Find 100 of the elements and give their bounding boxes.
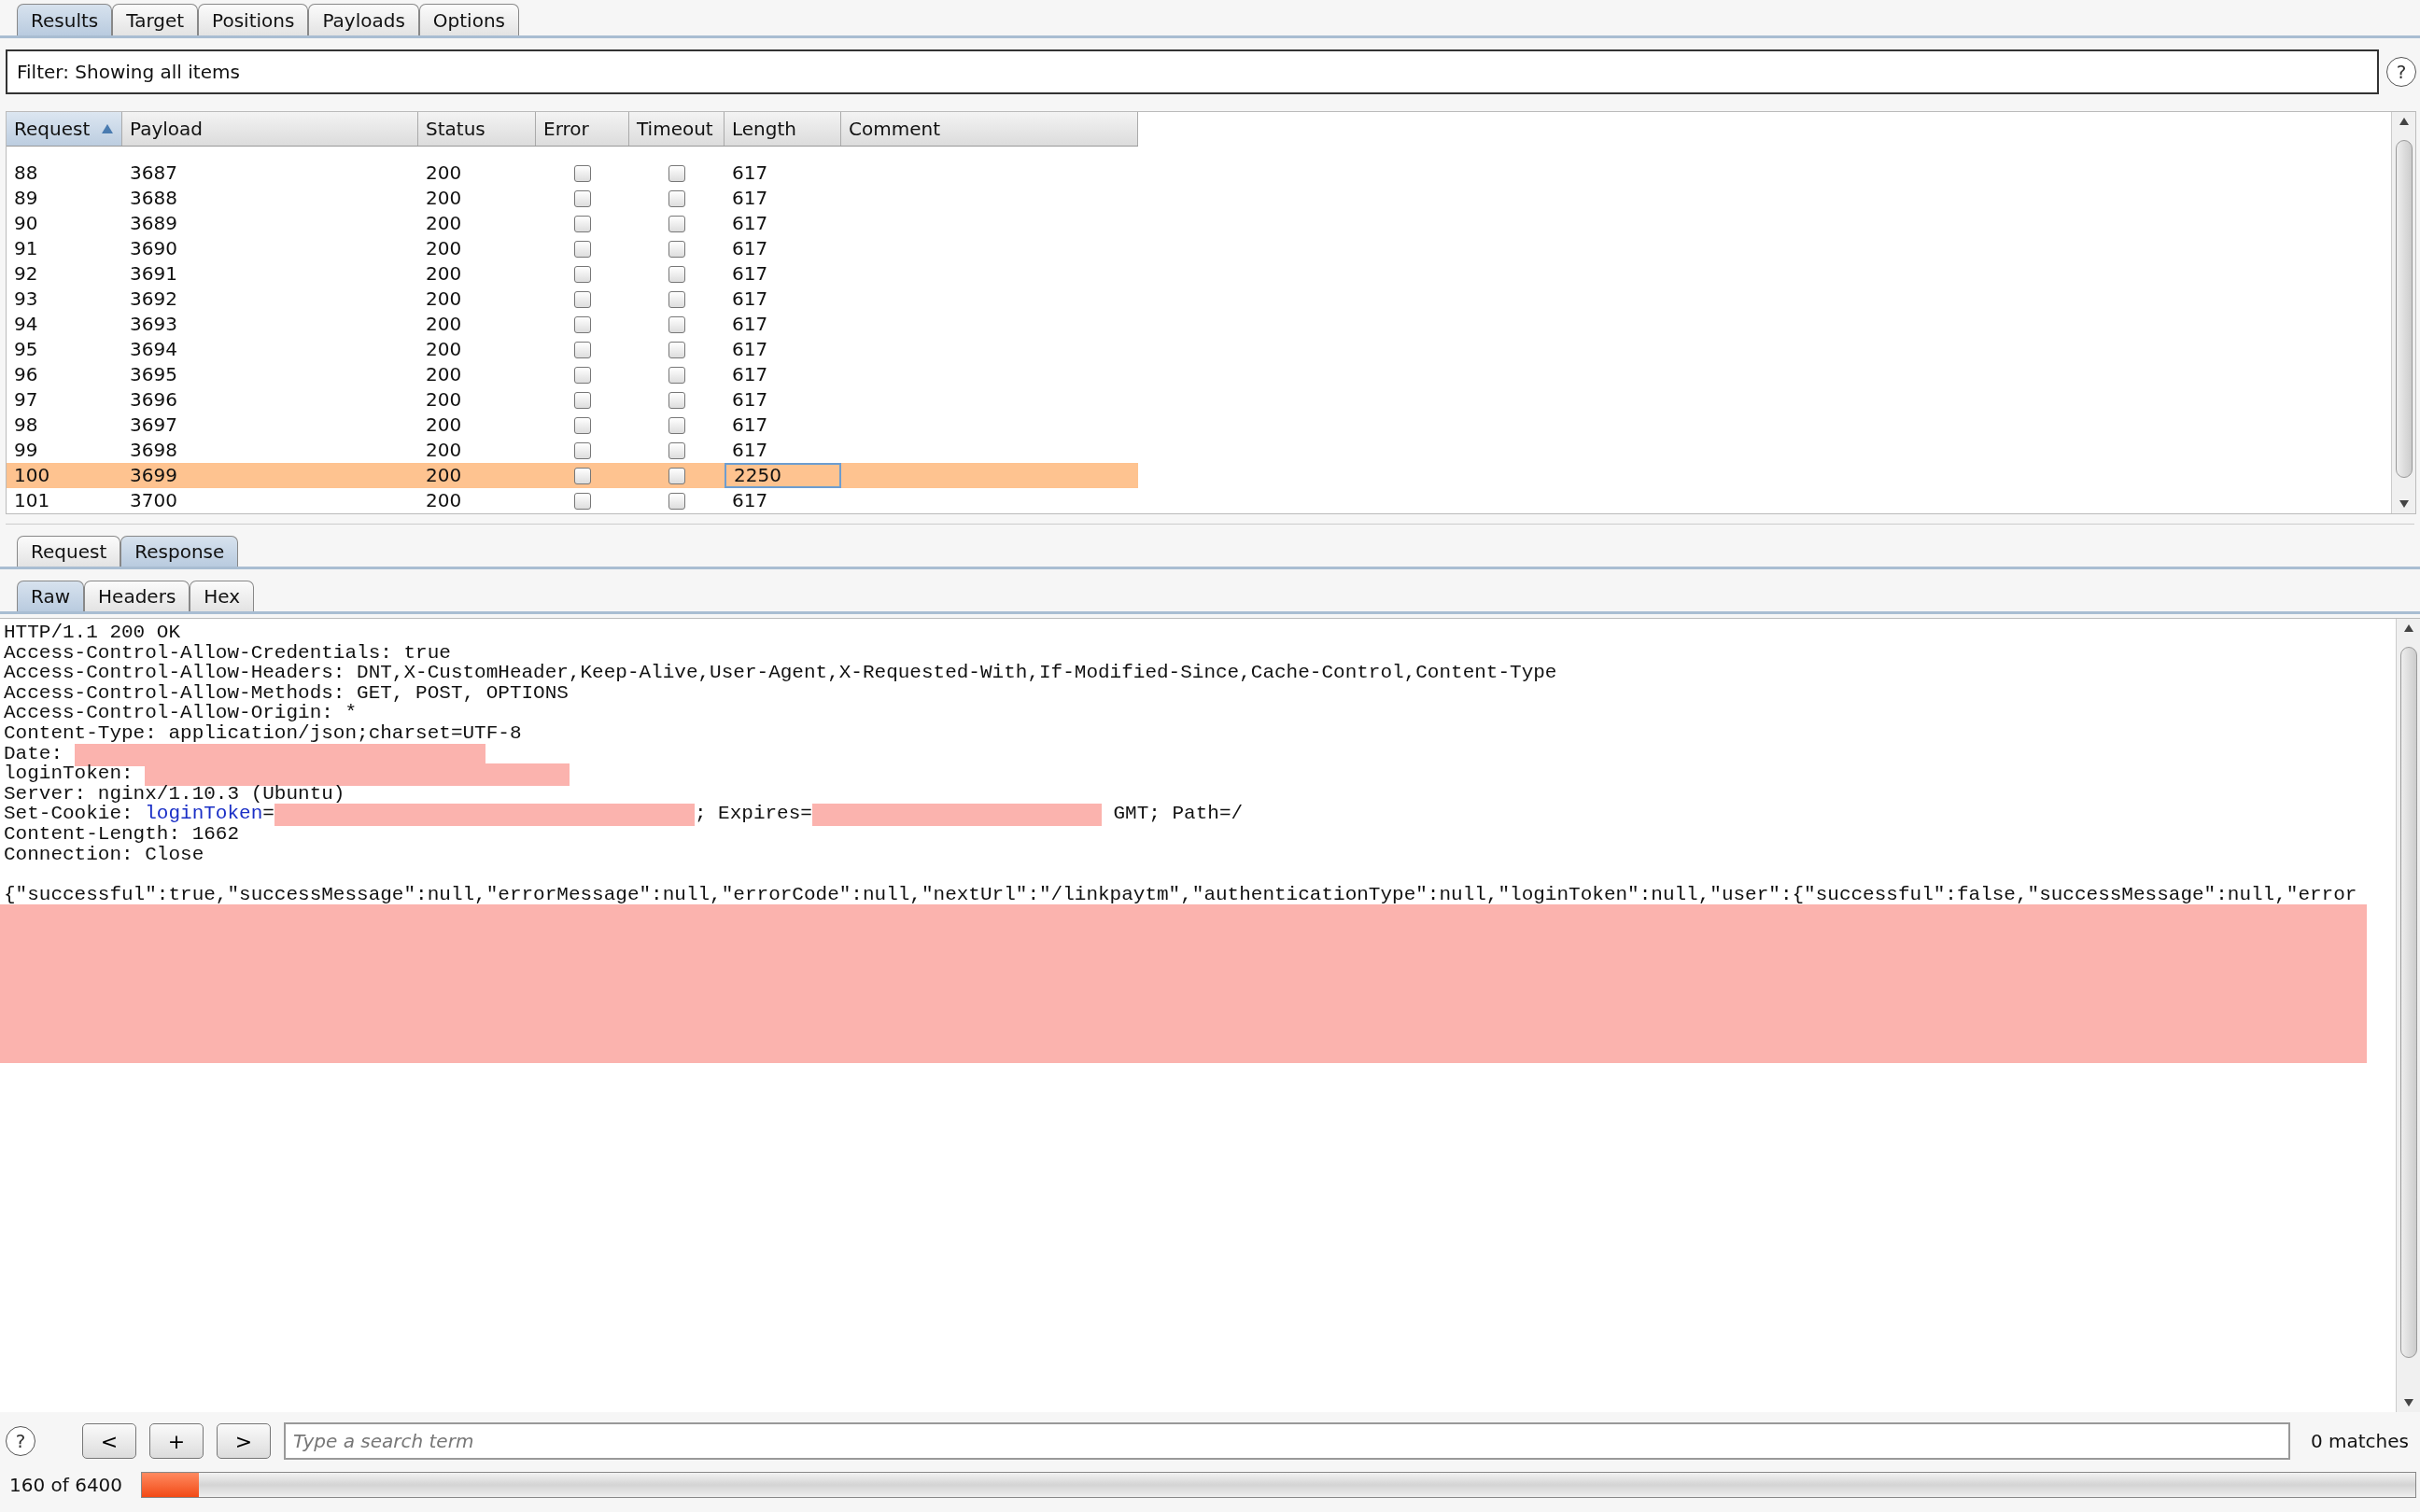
table-cell-text: 96 (13, 362, 39, 387)
table-cell-text: 200 (425, 387, 463, 413)
search-field[interactable]: Type a search term (284, 1422, 2290, 1460)
table-cell-text: 200 (425, 337, 463, 362)
column-header[interactable]: Length (725, 112, 841, 146)
table-cell-text: 617 (731, 261, 769, 287)
column-label: Length (732, 118, 796, 140)
table-cell-text: 92 (13, 261, 39, 287)
table-row[interactable]: 100 3699 200 2250 (7, 463, 1138, 488)
table-cell-text: 200 (425, 438, 463, 463)
filter-bar[interactable]: Filter: Showing all items (6, 49, 2379, 94)
table-row[interactable]: 99 3698 200 617 (7, 438, 1138, 463)
table-cell-text: 617 (731, 186, 769, 211)
column-label: Payload (130, 118, 203, 140)
table-cell-text: 3691 (129, 261, 178, 287)
table-cell-text: 617 (731, 287, 769, 312)
tab[interactable]: Payloads (308, 4, 419, 35)
progress-label: 160 of 6400 (9, 1474, 123, 1496)
table-cell-text: 200 (425, 211, 463, 236)
table-cell-text: 200 (425, 287, 463, 312)
tab[interactable]: Options (418, 4, 519, 35)
column-label: Request (14, 118, 91, 140)
table-row[interactable]: 95 3694 200 617 (7, 337, 1138, 362)
tab[interactable]: Response (120, 536, 239, 567)
table-cell-text: 3699 (129, 463, 178, 488)
column-label: Status (426, 118, 485, 140)
tab[interactable]: Request (17, 536, 121, 567)
table-cell-text: 95 (13, 337, 39, 362)
table-cell-text: 617 (731, 387, 769, 413)
table-cell-text: 617 (731, 337, 769, 362)
column-label: Timeout (637, 118, 713, 140)
table-row[interactable]: 96 3695 200 617 (7, 362, 1138, 387)
table-cell-text: 3689 (129, 211, 178, 236)
tab[interactable]: Results (17, 4, 113, 35)
column-header[interactable]: Timeout (629, 112, 725, 146)
scrollbar[interactable] (2396, 619, 2420, 1412)
table-cell-text: 94 (13, 312, 39, 337)
code-line: Server: nginx/1.10.3 (Ubuntu) (4, 783, 346, 805)
column-header[interactable]: Request (7, 112, 122, 146)
table-cell-text: 200 (425, 413, 463, 438)
tab[interactable]: Target (112, 4, 199, 35)
table-cell-text: 3693 (129, 312, 178, 337)
table-cell-text: 3694 (129, 337, 178, 362)
scrollbar[interactable] (2391, 112, 2415, 513)
match-count: 0 matches (2310, 1430, 2409, 1452)
code-line: HTTP/1.1 200 OK (4, 623, 182, 643)
table-row[interactable]: 93 3692 200 617 (7, 287, 1138, 312)
table-row[interactable]: 89 3688 200 617 (7, 186, 1138, 211)
table-cell-text: 3696 (129, 387, 178, 413)
table-cell-text: 93 (13, 287, 39, 312)
nav-button[interactable]: > (217, 1423, 271, 1459)
tab[interactable]: Raw (17, 581, 85, 611)
cookie-name: loginToken (145, 804, 263, 824)
table-cell-text: 3697 (129, 413, 178, 438)
column-header[interactable]: Payload (122, 112, 418, 146)
table-row[interactable]: 98 3697 200 617 (7, 413, 1138, 438)
table-cell-text: 200 (425, 463, 463, 488)
tab[interactable]: Hex (190, 581, 255, 611)
column-header[interactable]: Status (418, 112, 536, 146)
table-row[interactable]: 101 3700 200 617 (7, 488, 1138, 513)
table-cell-text: 200 (425, 161, 463, 186)
nav-button[interactable]: < (82, 1423, 136, 1459)
table-cell-text: 88 (13, 161, 39, 186)
code-text: loginToken: (4, 763, 134, 784)
table-row[interactable]: 90 3689 200 617 (7, 211, 1138, 236)
code-line: Access-Control-Allow-Credentials: true (4, 642, 452, 664)
table-row[interactable]: 94 3693 200 617 (7, 312, 1138, 337)
column-header[interactable]: Comment (841, 112, 1138, 146)
tab[interactable]: Positions (198, 4, 309, 35)
table-cell-text: 99 (13, 438, 39, 463)
table-cell-text: 617 (731, 438, 769, 463)
table-cell-text: 200 (425, 261, 463, 287)
table-cell-text: 3690 (129, 236, 178, 261)
scroll-up-icon[interactable] (2401, 623, 2415, 634)
code-text: = (262, 804, 274, 824)
column-label: Comment (849, 118, 940, 140)
code-text: Set-Cookie: (4, 804, 134, 824)
table-row[interactable]: 97 3696 200 617 (7, 387, 1138, 413)
code-line: Connection: Close (4, 844, 205, 865)
table-cell-text: 90 (13, 211, 39, 236)
table-row[interactable]: 91 3690 200 617 (7, 236, 1138, 261)
table-cell-text: 100 (13, 463, 51, 488)
column-header[interactable]: Error (536, 112, 629, 146)
table-cell-text: 3688 (129, 186, 178, 211)
code-line: Content-Type: application/json;charset=UTF-8 (4, 722, 523, 744)
nav-button[interactable]: + (149, 1423, 204, 1459)
table-cell-text: 91 (13, 236, 39, 261)
table-cell-text: 200 (425, 236, 463, 261)
table-row[interactable]: 92 3691 200 617 (7, 261, 1138, 287)
table-cell-text: 3695 (129, 362, 178, 387)
scroll-down-icon[interactable] (2401, 1397, 2415, 1408)
tab[interactable]: Headers (84, 581, 190, 611)
help-button[interactable]: ? (6, 1426, 35, 1456)
scroll-up-icon[interactable] (2397, 116, 2411, 127)
code-line: {"successful":true,"successMessage":null,"errorMessage":null,"errorCode":null,"nextUrl":"/linkpaytm","authenticationType":null,"loginToken":null,"user":{"successful":false,"successMessage":null,"error (4, 884, 2358, 905)
table-row[interactable]: 88 3687 200 617 (7, 161, 1138, 186)
table-cell-text: 617 (731, 211, 769, 236)
code-line: Access-Control-Allow-Origin: * (4, 703, 359, 723)
help-button[interactable]: ? (2386, 57, 2416, 87)
scroll-down-icon[interactable] (2397, 498, 2411, 510)
